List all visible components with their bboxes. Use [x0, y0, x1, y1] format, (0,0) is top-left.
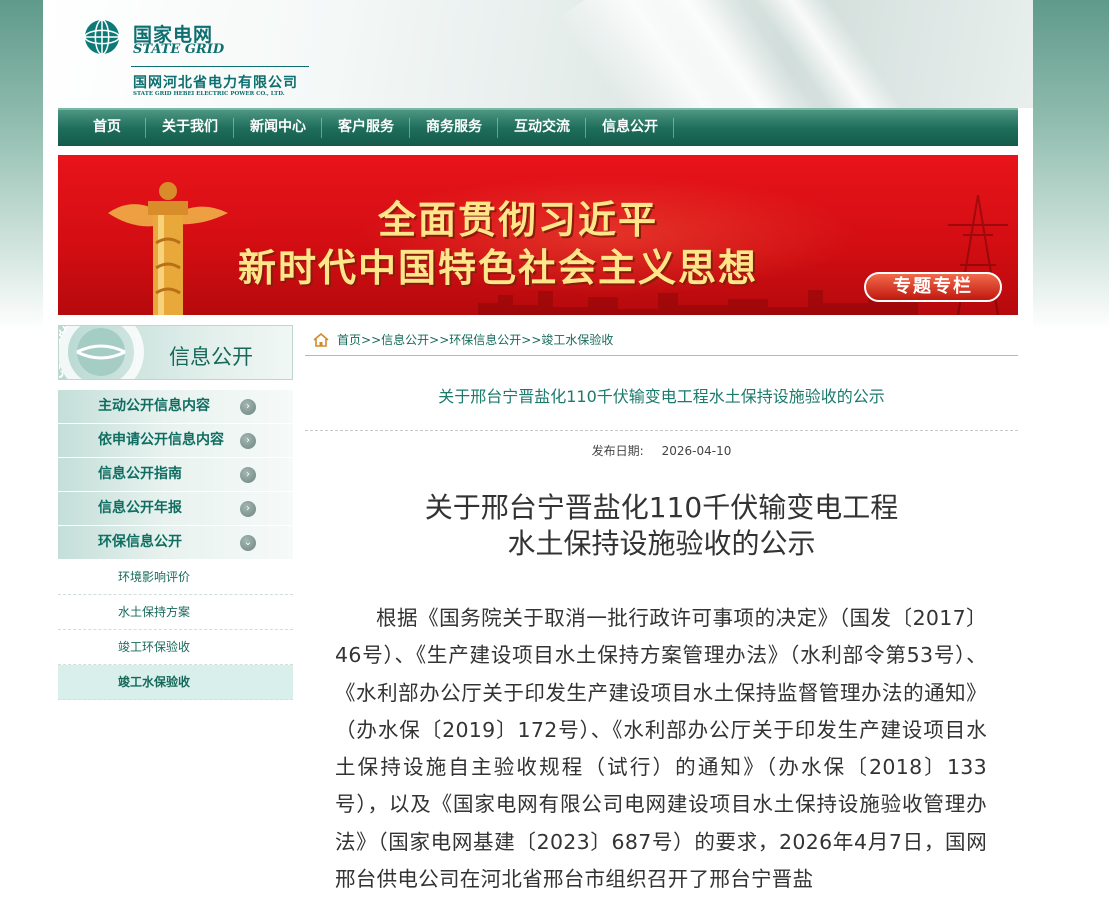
chevron-right-icon: ›	[240, 501, 256, 517]
nav-item-home[interactable]: 首页	[68, 109, 146, 147]
sidebar-subitem-label: 竣工水保验收	[118, 675, 191, 689]
publish-info: 发布日期: 2026-04-10	[305, 442, 1018, 459]
publish-date-label: 发布日期:	[591, 444, 644, 458]
document-body: 根据《国务院关于取消一批行政许可事项的决定》（国发〔2017〕46号）、《生产建…	[335, 606, 987, 892]
site-header: 国家电网 STATE GRID 国网河北省电力有限公司 STATE GRID H…	[43, 0, 1033, 108]
breadcrumb-separator: >>	[361, 333, 382, 347]
nav-item-news[interactable]: 新闻中心	[234, 109, 322, 147]
company-english-name: STATE GRID HEBEI ELECTRIC POWER CO., LTD…	[133, 91, 285, 97]
sidebar-item-label: 环保信息公开	[98, 534, 182, 550]
sidebar-subitem-soil-water-plan[interactable]: 水土保持方案	[58, 595, 293, 630]
company-chinese-name: 国网河北省电力有限公司	[133, 75, 298, 91]
topic-banner[interactable]: 全面贯彻习近平 新时代中国特色社会主义思想 专题专栏	[58, 155, 1018, 315]
sidebar-subitem-label: 环境影响评价	[118, 570, 191, 584]
breadcrumb-separator: >>	[521, 333, 542, 347]
sidebar-item-environmental-disclosure[interactable]: 环保信息公开 ⌄	[58, 526, 293, 560]
nav-item-interaction[interactable]: 互动交流	[498, 109, 586, 147]
sidebar-item-label: 主动公开信息内容	[98, 398, 210, 414]
banner-headline-1: 全面贯彻习近平	[378, 197, 659, 242]
sidebar-subitem-env-acceptance[interactable]: 竣工环保验收	[58, 630, 293, 665]
sidebar-item-on-request-disclosure[interactable]: 依申请公开信息内容 ›	[58, 424, 293, 458]
special-topic-button[interactable]: 专题专栏	[864, 272, 1002, 302]
sidebar-title: 信息公开	[169, 345, 253, 369]
banner-headline-2: 新时代中国特色社会主义思想	[238, 245, 759, 290]
breadcrumb-current[interactable]: 竣工水保验收	[541, 333, 613, 347]
main-nav: 首页 关于我们 新闻中心 客户服务 商务服务 互动交流 信息公开	[58, 108, 1018, 146]
state-grid-globe-icon	[84, 19, 120, 55]
chevron-down-icon: ⌄	[240, 535, 256, 551]
sidebar-menu: 主动公开信息内容 › 依申请公开信息内容 › 信息公开指南 › 信息公开年报 ›…	[58, 390, 293, 700]
document-title-line-1: 关于邢台宁晋盐化110千伏输变电工程	[424, 491, 899, 524]
huabiao-pillar-icon	[108, 182, 228, 315]
nav-item-about[interactable]: 关于我们	[146, 109, 234, 147]
sidebar-subitem-eia[interactable]: 环境影响评价	[58, 560, 293, 595]
sidebar-header: CORPORATION OF 信息公开	[58, 325, 293, 380]
sidebar-subitem-soil-water-acceptance[interactable]: 竣工水保验收	[58, 665, 293, 700]
sidebar-item-label: 信息公开年报	[98, 500, 182, 516]
nav-item-disclosure[interactable]: 信息公开	[586, 109, 674, 147]
chevron-right-icon: ›	[240, 467, 256, 483]
page: 国家电网 STATE GRID 国网河北省电力有限公司 STATE GRID H…	[43, 0, 1033, 899]
breadcrumb: 首页>>信息公开>>环保信息公开>>竣工水保验收	[305, 325, 1018, 356]
sidebar-item-annual-report[interactable]: 信息公开年报 ›	[58, 492, 293, 526]
publish-date: 2026-04-10	[661, 444, 732, 458]
nav-item-business[interactable]: 商务服务	[410, 109, 498, 147]
breadcrumb-separator: >>	[429, 333, 450, 347]
article-list-title: 关于邢台宁晋盐化110千伏输变电工程水土保持设施验收的公示	[438, 387, 885, 406]
sidebar-item-label: 信息公开指南	[98, 466, 182, 482]
sidebar-subitem-label: 水土保持方案	[118, 605, 191, 619]
chevron-right-icon: ›	[240, 399, 256, 415]
document-title-line-2: 水土保持设施验收的公示	[507, 527, 816, 560]
logo-english-name: STATE GRID	[133, 42, 225, 57]
breadcrumb-env-disclosure[interactable]: 环保信息公开	[449, 333, 521, 347]
sidebar-subitem-label: 竣工环保验收	[118, 640, 191, 654]
document-title: 关于邢台宁晋盐化110千伏输变电工程 水土保持设施验收的公示	[305, 490, 1018, 562]
corporation-emblem-icon: CORPORATION OF	[59, 326, 144, 379]
sidebar-item-disclosure-guide[interactable]: 信息公开指南 ›	[58, 458, 293, 492]
logo-divider	[131, 66, 309, 67]
breadcrumb-home[interactable]: 首页	[337, 333, 361, 347]
article-divider	[305, 430, 1018, 431]
nav-item-customer-service[interactable]: 客户服务	[322, 109, 410, 147]
chevron-right-icon: ›	[240, 433, 256, 449]
sidebar-item-proactive-disclosure[interactable]: 主动公开信息内容 ›	[58, 390, 293, 424]
home-icon	[313, 333, 329, 347]
sidebar-item-label: 依申请公开信息内容	[98, 432, 224, 448]
breadcrumb-info-disclosure[interactable]: 信息公开	[381, 333, 429, 347]
